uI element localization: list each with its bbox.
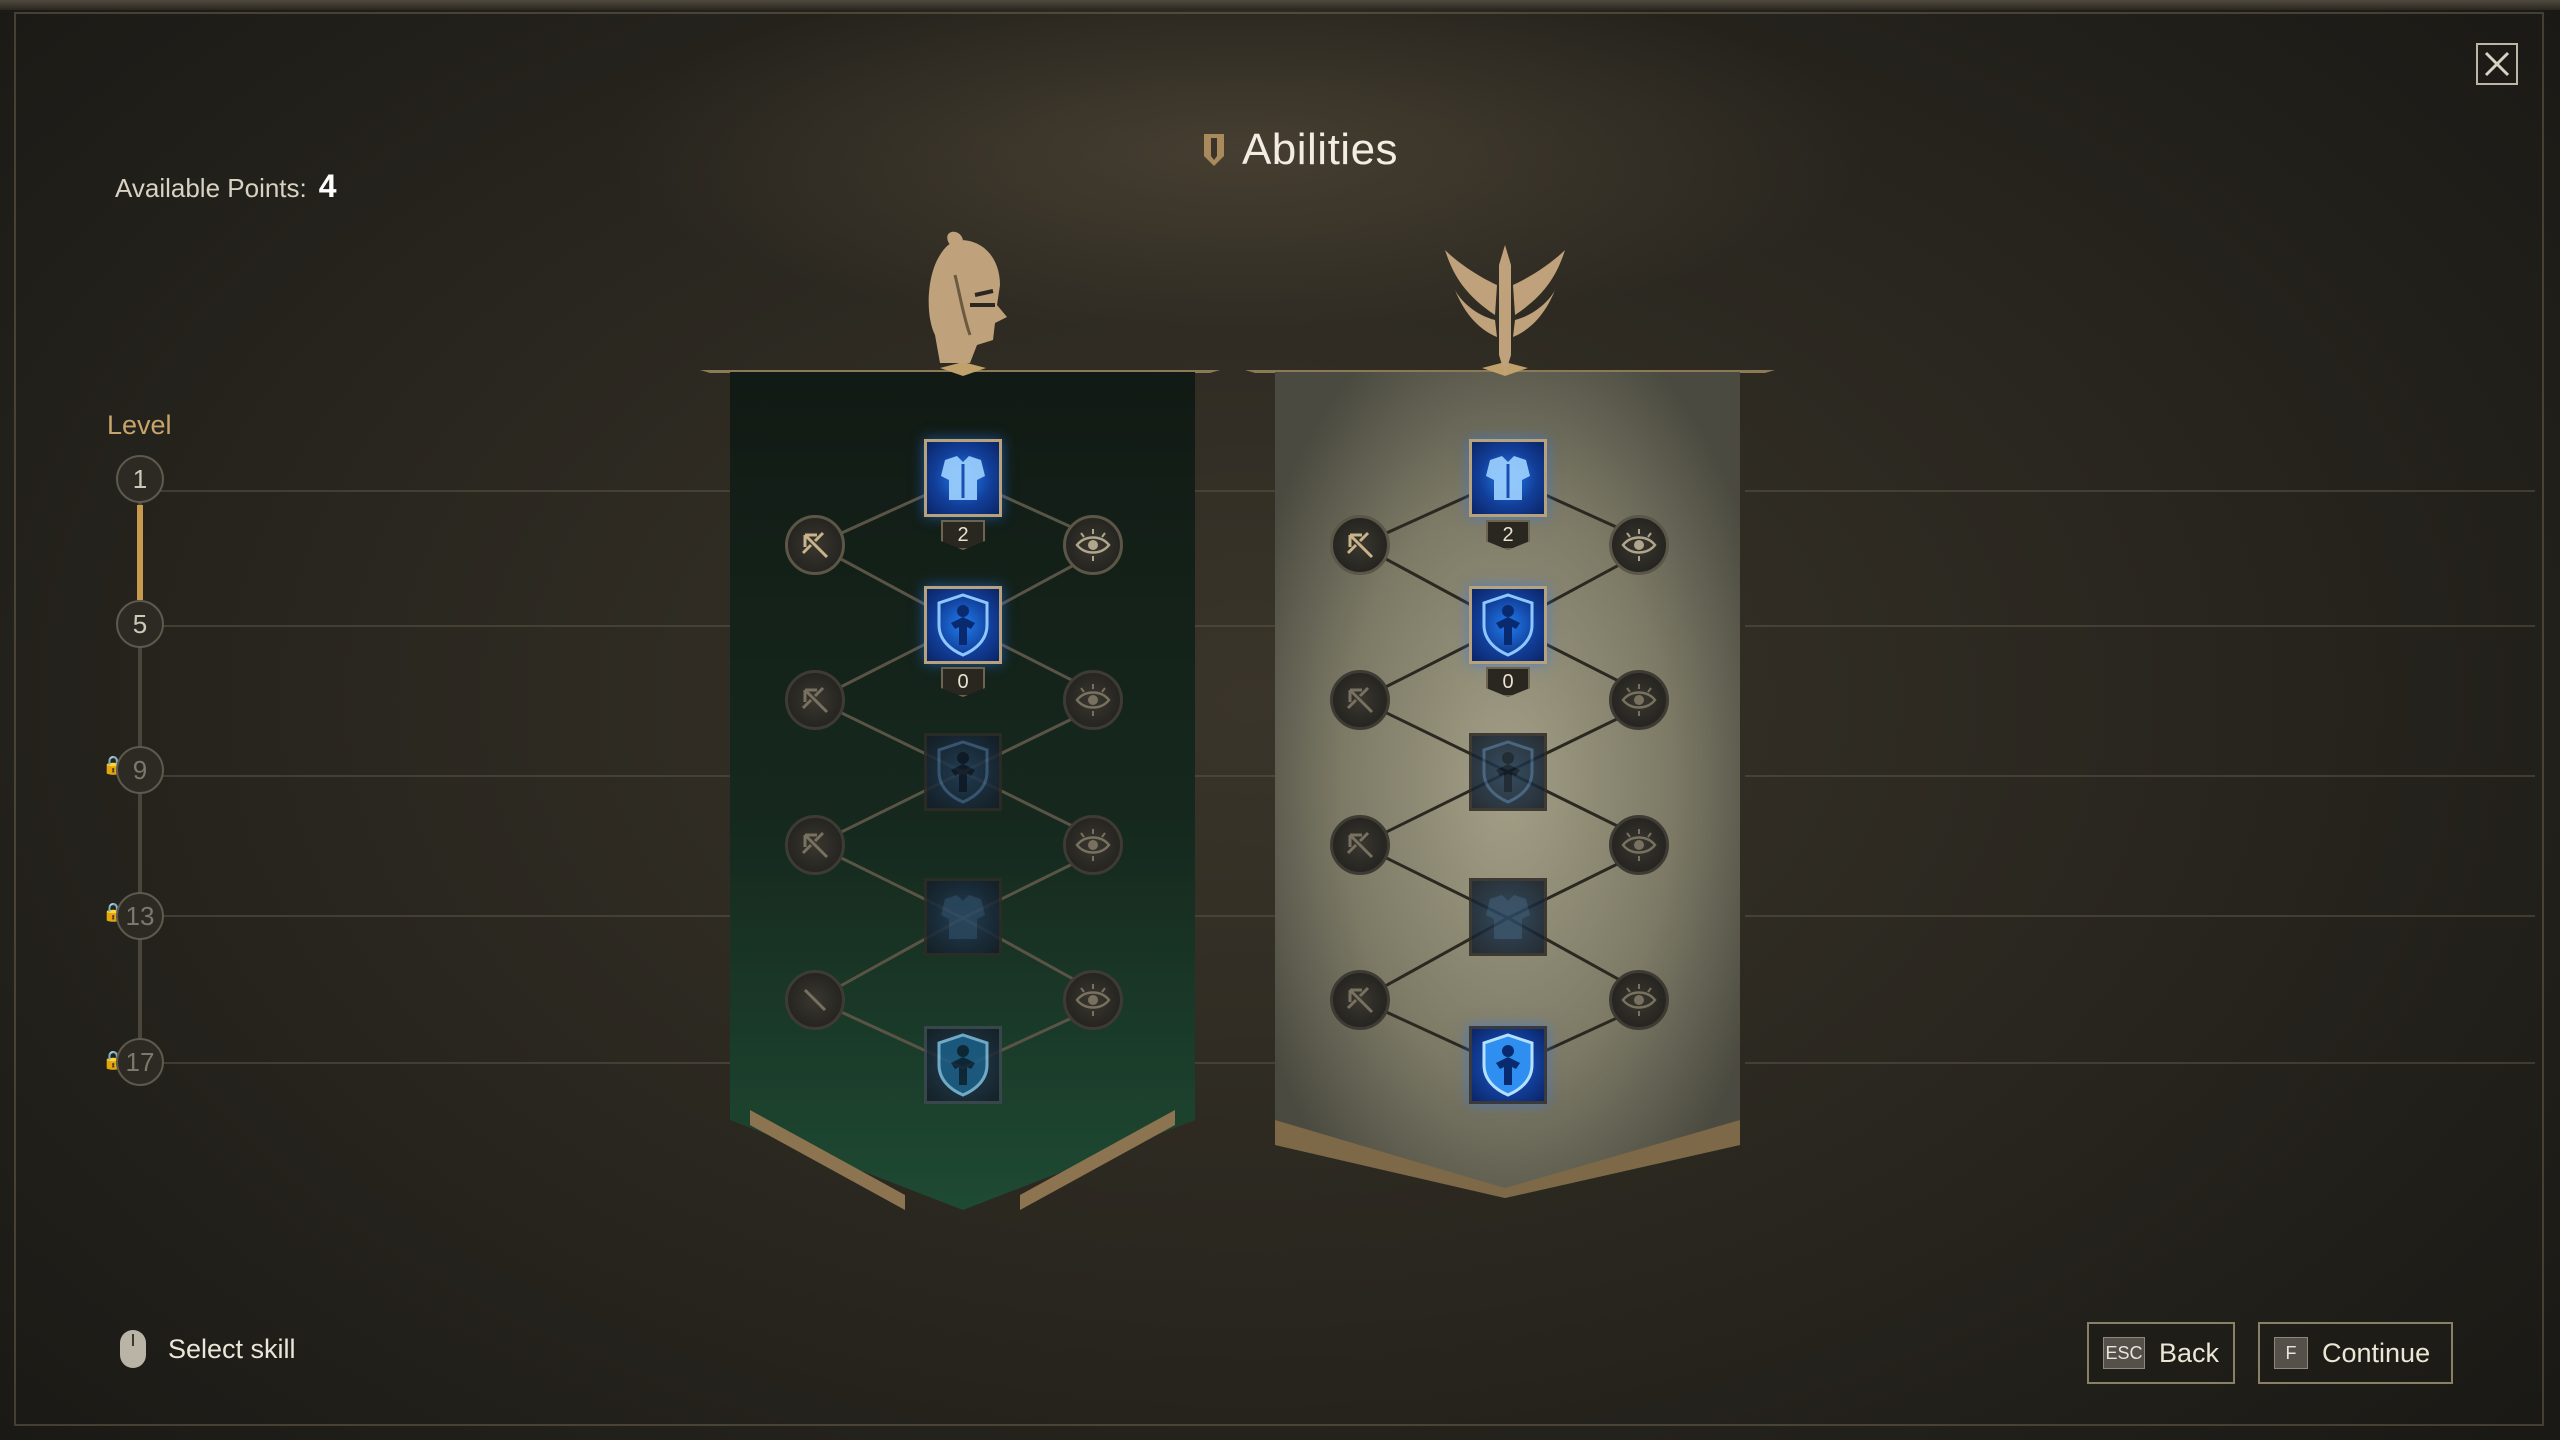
arrow-skill-node[interactable] [1330, 515, 1390, 575]
continue-button[interactable]: F Continue [2258, 1322, 2453, 1384]
close-button[interactable] [2476, 43, 2518, 85]
shield-figure-icon [937, 593, 989, 657]
arrow-icon [1346, 986, 1374, 1014]
eye-icon [1621, 529, 1657, 561]
points-label: Available Points: [115, 173, 307, 203]
locked-guardian-skill[interactable] [1469, 733, 1547, 811]
rail-line [160, 490, 730, 492]
armor-skill[interactable] [1469, 439, 1547, 517]
level-progress [137, 505, 143, 600]
top-edge [0, 0, 2560, 10]
rail-line [1745, 775, 2535, 777]
chest-armor-icon [1486, 895, 1530, 939]
shield-figure-icon [937, 1033, 989, 1097]
close-icon [2484, 51, 2510, 77]
chest-armor-icon [1486, 456, 1530, 500]
rail-line [160, 625, 730, 627]
arrow-skill-node[interactable] [785, 515, 845, 575]
armor-skill[interactable] [924, 439, 1002, 517]
page-title: Abilities [1241, 125, 1399, 174]
arrow-icon [1346, 831, 1374, 859]
eye-icon [1075, 829, 1111, 861]
rail-line [160, 915, 730, 917]
locked-armor-skill[interactable] [1469, 878, 1547, 956]
eye-icon [1075, 684, 1111, 716]
eye-skill-node[interactable] [1609, 670, 1669, 730]
eye-icon [1621, 984, 1657, 1016]
arrow-icon [801, 831, 829, 859]
blade-skill-node[interactable] [785, 970, 845, 1030]
arrow-icon [801, 686, 829, 714]
level-node-5: 5 [116, 600, 164, 648]
blade-icon [803, 988, 827, 1012]
arrow-icon [1346, 686, 1374, 714]
eye-icon [1075, 984, 1111, 1016]
available-points: Available Points: 4 [115, 168, 337, 205]
ultimate-shield-skill[interactable] [924, 1026, 1002, 1104]
back-label: Back [2158, 1337, 2219, 1368]
warrior-head-icon [928, 231, 1007, 363]
locked-armor-skill[interactable] [924, 878, 1002, 956]
shield-figure-icon [1482, 740, 1534, 804]
eye-skill-node[interactable] [1609, 515, 1669, 575]
eye-skill-node[interactable] [1609, 815, 1669, 875]
banner-icon [1203, 134, 1224, 166]
continue-label: Continue [2322, 1337, 2431, 1368]
select-skill-hint: Select skill [120, 1330, 296, 1368]
shield-figure-icon [1482, 593, 1534, 657]
mouse-icon [120, 1330, 146, 1368]
winged-sword-icon [1445, 245, 1565, 375]
rail-line [1745, 490, 2535, 492]
rail-line [160, 775, 730, 777]
arrow-skill-node[interactable] [1330, 970, 1390, 1030]
hint-label: Select skill [168, 1333, 296, 1364]
points-value: 4 [318, 168, 337, 204]
arrow-skill-node[interactable] [1330, 815, 1390, 875]
arrow-icon [1346, 531, 1374, 559]
eye-skill-node[interactable] [1063, 515, 1123, 575]
rail-line [1745, 915, 2535, 917]
arrow-skill-node[interactable] [1330, 670, 1390, 730]
eye-icon [1075, 529, 1111, 561]
eye-skill-node[interactable] [1063, 970, 1123, 1030]
chest-armor-icon [941, 456, 985, 500]
arrow-icon [801, 531, 829, 559]
eye-skill-node[interactable] [1609, 970, 1669, 1030]
guardian-skill[interactable] [1469, 586, 1547, 664]
level-node-9: 9 [116, 746, 164, 794]
f-key-icon: F [2274, 1337, 2308, 1369]
arrow-skill-node[interactable] [785, 670, 845, 730]
arrow-skill-node[interactable] [785, 815, 845, 875]
rail-line [160, 1062, 730, 1064]
eye-icon [1621, 829, 1657, 861]
rail-line [1745, 625, 2535, 627]
back-button[interactable]: ESC Back [2087, 1322, 2235, 1384]
level-node-13: 13 [116, 892, 164, 940]
esc-key-icon: ESC [2103, 1337, 2145, 1369]
page-header: Abilities [1100, 115, 1500, 185]
eye-skill-node[interactable] [1063, 815, 1123, 875]
shield-figure-icon [1482, 1033, 1534, 1097]
guardian-skill[interactable] [924, 586, 1002, 664]
level-node-17: 17 [116, 1038, 164, 1086]
ultimate-shield-skill[interactable] [1469, 1026, 1547, 1104]
shield-figure-icon [937, 740, 989, 804]
level-label: Level [107, 410, 172, 440]
eye-icon [1621, 684, 1657, 716]
chest-armor-icon [941, 895, 985, 939]
locked-guardian-skill[interactable] [924, 733, 1002, 811]
rail-line [1745, 1062, 2535, 1064]
level-node-1: 1 [116, 455, 164, 503]
eye-skill-node[interactable] [1063, 670, 1123, 730]
